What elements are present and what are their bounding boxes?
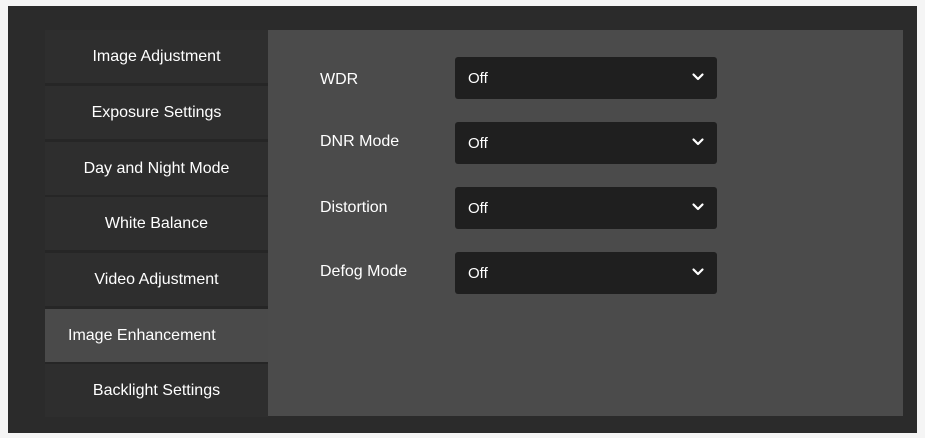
sidebar-item-image-adjustment[interactable]: Image Adjustment [45,30,268,83]
sidebar-item-label: Exposure Settings [91,103,222,121]
wdr-select-value: Off [468,69,488,87]
chevron-down-icon [692,203,704,211]
sidebar-item-exposure-settings[interactable]: Exposure Settings [45,86,268,139]
defog-mode-select[interactable]: Off [455,252,717,294]
sidebar-item-label: Image Enhancement [68,326,216,344]
sidebar-item-backlight-settings[interactable]: Backlight Settings [45,364,268,417]
chevron-down-icon [692,73,704,81]
sidebar-item-label: White Balance [104,214,209,232]
sidebar-item-white-balance[interactable]: White Balance [45,197,268,250]
sidebar-item-image-enhancement[interactable]: Image Enhancement [45,309,268,362]
dnr-mode-select-value: Off [468,134,488,152]
defog-mode-label: Defog Mode [320,263,408,280]
defog-mode-select-value: Off [468,264,488,282]
distortion-select[interactable]: Off [455,187,717,229]
dnr-mode-select[interactable]: Off [455,122,717,164]
chevron-down-icon [692,138,704,146]
sidebar-item-label: Day and Night Mode [83,159,230,177]
sidebar-item-label: Backlight Settings [92,381,221,399]
sidebar-item-label: Image Adjustment [92,47,221,65]
wdr-select[interactable]: Off [455,57,717,99]
distortion-label: Distortion [320,199,388,216]
sidebar-item-label: Video Adjustment [94,270,219,288]
chevron-down-icon [692,268,704,276]
dnr-mode-label: DNR Mode [320,133,400,150]
wdr-label: WDR [320,71,359,88]
sidebar-item-video-adjustment[interactable]: Video Adjustment [45,253,268,306]
distortion-select-value: Off [468,199,488,217]
sidebar-item-day-and-night-mode[interactable]: Day and Night Mode [45,142,268,195]
sidebar-nav: Image Adjustment Exposure Settings Day a… [45,30,268,417]
